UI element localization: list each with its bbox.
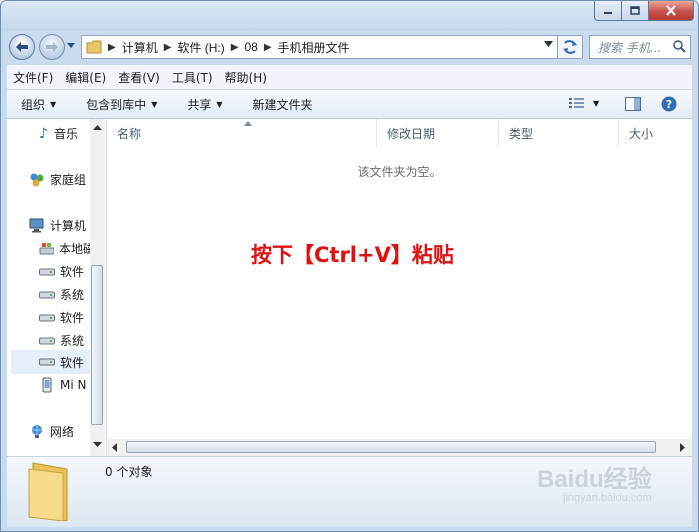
computer-icon — [29, 218, 44, 233]
preview-pane-icon[interactable] — [625, 97, 641, 111]
scroll-right-icon[interactable] — [680, 443, 686, 452]
new-folder-button[interactable]: 新建文件夹 — [253, 96, 313, 113]
details-pane: 0 个对象 Baidu经验 jingyan.baidu.com — [7, 456, 692, 527]
scroll-up-icon[interactable] — [93, 125, 102, 131]
nav-item-computer[interactable]: 计算机 — [29, 217, 95, 234]
explorer-window: ▶ 计算机 ▶ 软件 (H:) ▶ 08 ▶ 手机相册文件 搜索 手机... 文… — [0, 0, 699, 532]
minimize-button[interactable] — [594, 1, 622, 21]
search-box[interactable]: 搜索 手机... — [589, 35, 691, 59]
view-list-icon — [569, 98, 584, 108]
nav-item-phone[interactable]: Mi N — [39, 377, 95, 393]
refresh-button[interactable] — [557, 35, 583, 59]
maximize-icon — [630, 6, 640, 15]
network-icon — [32, 425, 42, 438]
maximize-button[interactable] — [622, 1, 649, 21]
content-scrollbar-thumb[interactable] — [126, 441, 656, 453]
forward-button[interactable] — [39, 34, 65, 60]
close-icon — [666, 5, 676, 16]
organize-button[interactable]: 组织 ▼ — [21, 96, 56, 113]
nav-item-homegroup[interactable]: 家庭组 — [29, 171, 95, 188]
command-bar: 组织 ▼ 包含到库中 ▼ 共享 ▼ 新建文件夹 ▼ ? — [7, 90, 692, 119]
file-list-pane[interactable]: 名称 修改日期 类型 大小 该文件夹为空。 按下【Ctrl+V】粘贴 — [107, 119, 692, 456]
chevron-down-icon: ▼ — [50, 99, 57, 109]
homegroup-icon — [30, 173, 44, 186]
phone-icon — [42, 377, 52, 393]
search-icon[interactable] — [673, 40, 686, 53]
nav-item-drive-1[interactable]: 软件 — [39, 263, 95, 280]
menu-bar: 文件(F) 编辑(E) 查看(V) 工具(T) 帮助(H) — [7, 65, 692, 90]
nav-item-drive-3[interactable]: 软件 — [39, 309, 95, 326]
nav-item-local-disk[interactable]: 本地磁 — [39, 240, 95, 257]
chevron-down-icon: ▼ — [216, 99, 223, 109]
sort-ascending-icon — [244, 121, 252, 126]
nav-item-drive-4[interactable]: 系统 — [39, 332, 95, 349]
local-disk-icon — [39, 242, 54, 254]
menu-help[interactable]: 帮助(H) — [225, 69, 267, 86]
drive-icon — [39, 291, 55, 298]
menu-view[interactable]: 查看(V) — [118, 69, 160, 86]
menu-tools[interactable]: 工具(T) — [172, 69, 213, 86]
minimize-icon — [604, 11, 612, 14]
recent-pages-icon[interactable] — [67, 43, 75, 49]
breadcrumb-computer[interactable]: 计算机 — [122, 39, 158, 56]
title-bar — [1, 1, 698, 31]
item-count-status: 0 个对象 — [105, 465, 153, 479]
chevron-down-icon: ▼ — [151, 99, 158, 109]
breadcrumb-folder-08[interactable]: 08 — [244, 40, 257, 54]
drive-icon — [39, 337, 55, 344]
menu-edit[interactable]: 编辑(E) — [65, 69, 106, 86]
large-folder-icon — [28, 462, 68, 521]
scroll-left-icon[interactable] — [112, 443, 118, 452]
nav-item-drive-5-selected[interactable]: 软件 — [11, 350, 95, 374]
back-arrow-icon — [16, 42, 28, 52]
share-button[interactable]: 共享 ▼ — [187, 96, 222, 113]
instruction-overlay-text: 按下【Ctrl+V】粘贴 — [251, 243, 454, 267]
caption-buttons — [594, 1, 694, 21]
address-dropdown-icon[interactable] — [544, 41, 553, 48]
back-button[interactable] — [9, 34, 35, 60]
nav-scrollbar-thumb[interactable] — [91, 265, 103, 425]
refresh-icon — [563, 40, 577, 54]
drive-icon — [39, 268, 55, 275]
drive-icon — [39, 358, 55, 366]
music-icon: ♪ — [39, 125, 48, 142]
column-header-type[interactable]: 类型 — [499, 119, 619, 147]
scroll-down-icon[interactable] — [93, 442, 102, 448]
chevron-down-icon: ▼ — [593, 98, 600, 108]
breadcrumb-current-folder[interactable]: 手机相册文件 — [278, 39, 350, 56]
svg-text:?: ? — [666, 98, 672, 111]
column-header-size[interactable]: 大小 — [619, 119, 692, 147]
help-icon[interactable]: ? — [661, 96, 677, 112]
view-options-button[interactable]: ▼ — [569, 97, 599, 109]
empty-folder-message: 该文件夹为空。 — [357, 165, 442, 179]
folder-icon — [86, 40, 102, 54]
include-in-library-button[interactable]: 包含到库中 ▼ — [86, 96, 157, 113]
menu-file[interactable]: 文件(F) — [13, 69, 53, 86]
nav-item-music[interactable]: ♪ 音乐 — [39, 125, 95, 142]
nav-item-network[interactable]: 网络 — [29, 423, 95, 440]
column-header-date-modified[interactable]: 修改日期 — [377, 119, 499, 147]
close-button[interactable] — [649, 1, 694, 21]
nav-item-drive-2[interactable]: 系统 — [39, 286, 95, 303]
forward-arrow-icon — [46, 42, 58, 52]
address-bar[interactable]: ▶ 计算机 ▶ 软件 (H:) ▶ 08 ▶ 手机相册文件 — [81, 35, 558, 59]
nav-vertical-scrollbar[interactable] — [90, 119, 105, 456]
baidu-watermark: Baidu经验 jingyan.baidu.com — [537, 466, 652, 504]
navigation-bar: ▶ 计算机 ▶ 软件 (H:) ▶ 08 ▶ 手机相册文件 搜索 手机... — [1, 31, 698, 65]
column-header-name[interactable]: 名称 — [107, 119, 377, 147]
breadcrumb-drive[interactable]: 软件 (H:) — [177, 39, 224, 56]
drive-icon — [39, 314, 55, 321]
search-input[interactable]: 搜索 手机... — [598, 39, 661, 56]
content-horizontal-scrollbar[interactable] — [107, 439, 692, 456]
